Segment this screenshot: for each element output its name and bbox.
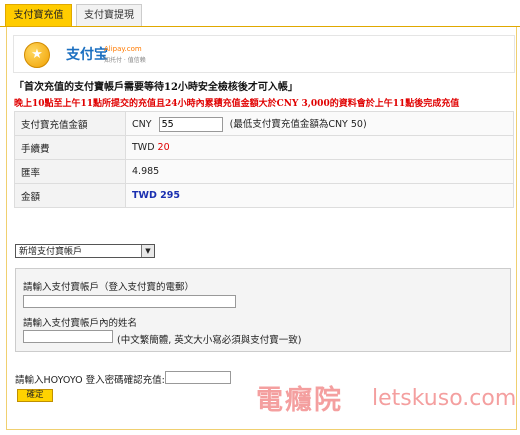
account-select-value: 新增支付寶帳戶 xyxy=(19,247,83,257)
rate-value: 4.985 xyxy=(125,159,514,184)
table-row: 匯率 4.985 xyxy=(14,159,514,184)
amount-hint: (最低支付寶充值金額為CNY 50) xyxy=(229,118,367,130)
amount-label: 支付寶充值金額 xyxy=(14,111,126,136)
total-value: TWD 295 xyxy=(132,190,180,201)
night-topup-notice: 晚上10點至上午11點所提交的充值且24小時內累積充值金額大於CNY 3,000… xyxy=(14,99,460,109)
star-coin-icon: ★ xyxy=(24,42,50,68)
amount-currency: CNY xyxy=(132,118,152,130)
password-label: 請輸入HOYOYO 登入密碼確認充值: xyxy=(15,375,165,386)
tab-bar: 支付寶充值 支付寶提現 xyxy=(0,0,520,27)
topup-info-table: 支付寶充值金額 CNY (最低支付寶充值金額為CNY 50) 手續費 TWD 2… xyxy=(14,111,514,208)
table-row: 手續費 TWD 20 xyxy=(14,135,514,160)
confirm-button[interactable]: 確定 xyxy=(17,389,53,402)
first-topup-notice: 「首次充值的支付寶帳戶需要等待12小時安全檢核後才可入帳」 xyxy=(14,82,298,93)
account-select[interactable]: 新增支付寶帳戶 ▼ xyxy=(15,244,155,258)
fee-cell: TWD 20 xyxy=(125,135,514,160)
email-label: 請輸入支付寶帳戶（登入支付寶的電郵） xyxy=(23,282,195,293)
alipay-name-input[interactable] xyxy=(23,330,113,343)
watermark-en: letskuso.com xyxy=(372,386,517,411)
account-form: 請輸入支付寶帳戶（登入支付寶的電郵） 請輸入支付寶帳戶內的姓名 (中文繁簡體, … xyxy=(15,268,511,352)
table-row: 支付寶充值金額 CNY (最低支付寶充值金額為CNY 50) xyxy=(14,111,514,136)
fee-currency: TWD xyxy=(132,142,155,153)
tab-alipay-topup[interactable]: 支付寶充值 xyxy=(5,4,72,26)
name-hint: (中文繁簡體, 英文大小寫必須與支付寶一致) xyxy=(117,335,302,346)
amount-cell: CNY (最低支付寶充值金額為CNY 50) xyxy=(125,111,514,136)
tab-alipay-withdraw[interactable]: 支付寶提現 xyxy=(76,4,142,26)
alipay-email-input[interactable] xyxy=(23,295,236,308)
rate-label: 匯率 xyxy=(14,159,126,184)
total-label: 金額 xyxy=(14,183,126,208)
amount-input[interactable] xyxy=(158,116,223,132)
alipay-domain: Alipay.com xyxy=(104,45,142,53)
alipay-brand: 支付宝 xyxy=(66,47,108,63)
watermark-cn: 電癮院 xyxy=(256,385,343,416)
alipay-tagline: 知托付 · 值信赖 xyxy=(104,57,146,64)
total-cell: TWD 295 xyxy=(125,183,514,208)
table-row: 金額 TWD 295 xyxy=(14,183,514,208)
fee-label: 手續費 xyxy=(14,135,126,160)
name-label: 請輸入支付寶帳戶內的姓名 xyxy=(23,318,138,329)
fee-value: 20 xyxy=(157,142,170,153)
chevron-down-icon[interactable]: ▼ xyxy=(141,245,154,257)
alipay-logo-banner: ★ 支付宝 Alipay.com 知托付 · 值信赖 xyxy=(13,35,515,73)
password-input[interactable] xyxy=(165,371,231,384)
